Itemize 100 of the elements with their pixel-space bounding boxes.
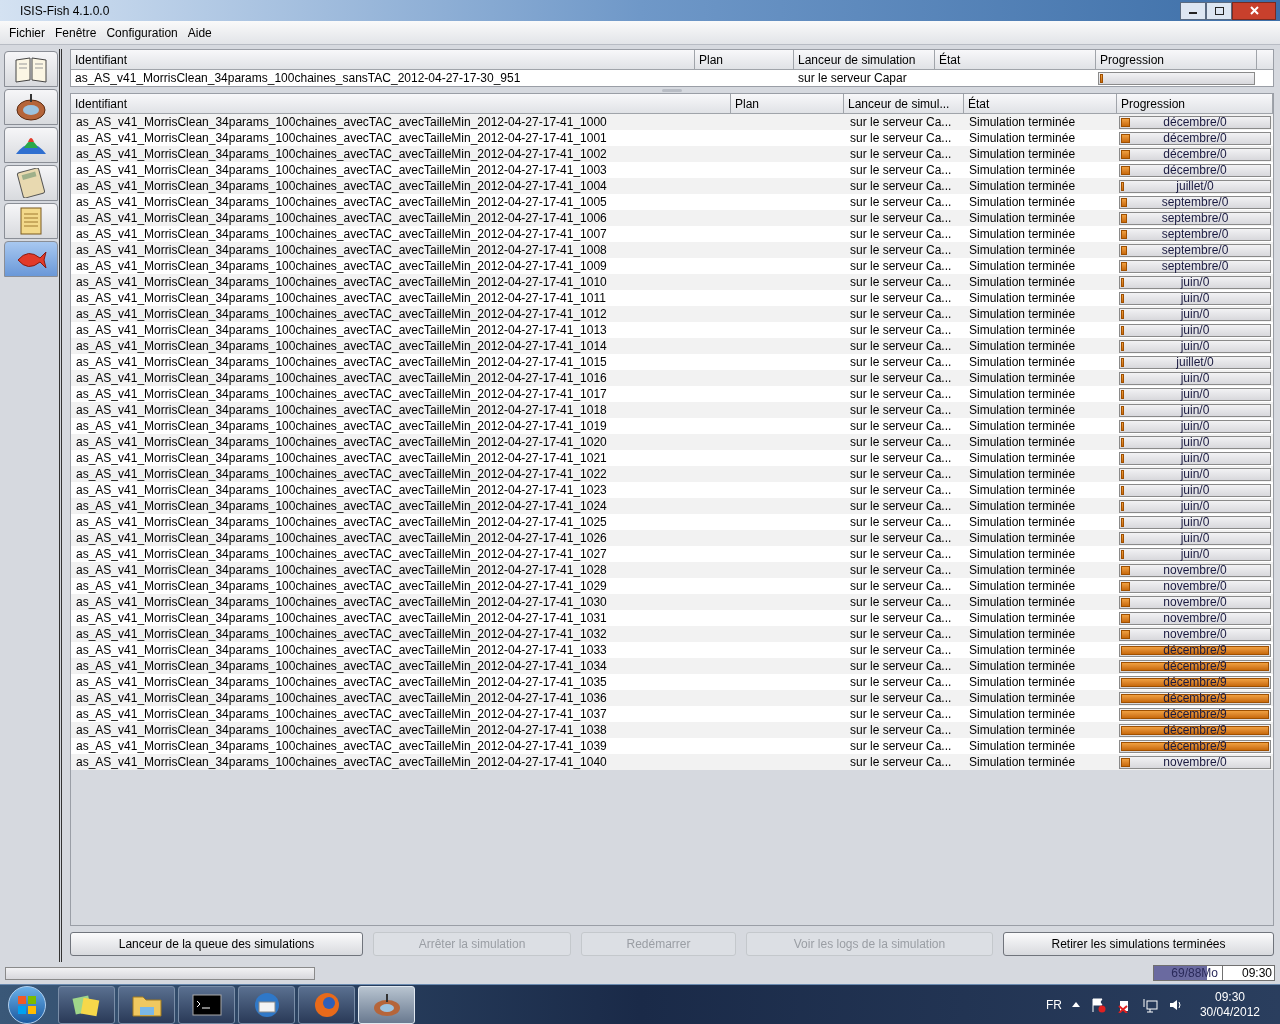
table-cell-text: Simulation terminée	[968, 306, 1077, 323]
column-header[interactable]: État	[935, 50, 1096, 69]
table-cell-text: Simulation terminée	[968, 130, 1077, 147]
table-cell-text: Simulation terminée	[968, 546, 1077, 563]
table-cell-text: sur le serveur Ca...	[849, 290, 953, 307]
progress-label: décembre/9	[1162, 660, 1228, 672]
table-cell-text: as_AS_v41_MorrisClean_34params_100chaines_avecTAC_avecTailleMin_2012-04-27-17-41_1038	[75, 722, 608, 739]
column-header[interactable]: Plan	[695, 50, 794, 69]
table-cell-text: Simulation terminée	[968, 450, 1077, 467]
table-cell-text: sur le serveur Ca...	[849, 514, 953, 531]
menu-item[interactable]: Fenêtre	[50, 23, 102, 42]
table-cell-text: Simulation terminée	[968, 690, 1077, 707]
table-cell-text: Simulation terminée	[968, 466, 1077, 483]
table-cell-text: sur le serveur Ca...	[849, 658, 953, 675]
table-cell-text: sur le serveur Ca...	[849, 562, 953, 579]
table-cell-text: sur le serveur Ca...	[849, 642, 953, 659]
table-cell-text: as_AS_v41_MorrisClean_34params_100chaines_avecTAC_avecTailleMin_2012-04-27-17-41_1016	[75, 370, 608, 387]
clock-date: 30/04/2012	[1199, 1004, 1260, 1020]
menu-item[interactable]: Aide	[182, 23, 217, 42]
action-button[interactable]: Retirer les simulations terminées	[1003, 932, 1274, 956]
table-cell-text: sur le serveur Ca...	[849, 706, 953, 723]
table-cell-text: as_AS_v41_MorrisClean_34params_100chaines_sansTAC_2012-04-27-17-30_951	[74, 70, 522, 87]
language-indicator[interactable]: FR	[1045, 995, 1062, 1014]
progress-label: décembre/9	[1162, 676, 1228, 688]
table-cell-text: Simulation terminée	[968, 674, 1077, 691]
table-cell-text: as_AS_v41_MorrisClean_34params_100chaines_avecTAC_avecTailleMin_2012-04-27-17-41_1015	[75, 354, 608, 371]
progress-label: décembre/9	[1162, 644, 1228, 656]
column-header[interactable]: Identifiant	[71, 94, 731, 113]
column-header[interactable]: Lanceur de simulation	[794, 50, 935, 69]
table-cell-text: as_AS_v41_MorrisClean_34params_100chaines_avecTAC_avecTailleMin_2012-04-27-17-41_1040	[75, 754, 608, 771]
table-cell-text: Simulation terminée	[968, 754, 1077, 771]
table-cell-text: as_AS_v41_MorrisClean_34params_100chaines_avecTAC_avecTailleMin_2012-04-27-17-41_1017	[75, 386, 608, 403]
progress-label: juin/0	[1179, 516, 1211, 528]
table-cell-text: Simulation terminée	[968, 290, 1077, 307]
table-cell-text: sur le serveur Ca...	[849, 450, 953, 467]
table-cell-text: as_AS_v41_MorrisClean_34params_100chaines_avecTAC_avecTailleMin_2012-04-27-17-41_1030	[75, 594, 608, 611]
progress-label: décembre/0	[1162, 148, 1228, 160]
table-cell-text: as_AS_v41_MorrisClean_34params_100chaines_avecTAC_avecTailleMin_2012-04-27-17-41_1019	[75, 418, 608, 435]
table-cell-text: Simulation terminée	[968, 434, 1077, 451]
table-cell-text: as_AS_v41_MorrisClean_34params_100chaines_avecTAC_avecTailleMin_2012-04-27-17-41_1006	[75, 210, 608, 227]
table-cell-text: sur le serveur Ca...	[849, 146, 953, 163]
table-cell-text: as_AS_v41_MorrisClean_34params_100chaines_avecTAC_avecTailleMin_2012-04-27-17-41_1035	[75, 674, 608, 691]
table-cell-text: sur le serveur Ca...	[849, 722, 953, 739]
action-button[interactable]: Lanceur de la queue des simulations	[70, 932, 363, 956]
progress-label: décembre/9	[1162, 740, 1228, 752]
table-cell-text: Simulation terminée	[968, 178, 1077, 195]
table-cell-text: sur le serveur Ca...	[849, 738, 953, 755]
progress-label: septembre/0	[1160, 196, 1230, 208]
menu-item[interactable]: Fichier	[4, 23, 50, 42]
table-cell-text: Simulation terminée	[968, 114, 1077, 131]
table-cell-text: Simulation terminée	[968, 722, 1077, 739]
table-cell-text: Simulation terminée	[968, 322, 1077, 339]
table-cell-text: as_AS_v41_MorrisClean_34params_100chaines_avecTAC_avecTailleMin_2012-04-27-17-41_1020	[75, 434, 608, 451]
column-header[interactable]: Progression	[1096, 50, 1257, 69]
column-header[interactable]: Progression	[1117, 94, 1273, 113]
table-cell-text: Simulation terminée	[968, 706, 1077, 723]
table-cell-text: sur le serveur Ca...	[849, 418, 953, 435]
table-cell-text: Simulation terminée	[968, 402, 1077, 419]
progress-label: juin/0	[1179, 388, 1211, 400]
table-cell-text: sur le serveur Capar	[797, 70, 908, 87]
column-header[interactable]: État	[964, 94, 1117, 113]
table-cell-text: as_AS_v41_MorrisClean_34params_100chaines_avecTAC_avecTailleMin_2012-04-27-17-41_1032	[75, 626, 608, 643]
table-cell-text: sur le serveur Ca...	[849, 690, 953, 707]
table-cell-text: sur le serveur Ca...	[849, 530, 953, 547]
column-header[interactable]: Lanceur de simul...	[844, 94, 964, 113]
progress-label: novembre/0	[1162, 564, 1228, 576]
table-cell-text: sur le serveur Ca...	[849, 178, 953, 195]
progress-label: juin/0	[1179, 324, 1211, 336]
progress-label: juin/0	[1179, 308, 1211, 320]
progress-label: juin/0	[1179, 292, 1211, 304]
table-cell-text: Simulation terminée	[968, 354, 1077, 371]
table-cell-text: Simulation terminée	[968, 274, 1077, 291]
table-cell-text: Simulation terminée	[968, 578, 1077, 595]
menu-item[interactable]: Configuration	[101, 23, 183, 42]
progress-label: décembre/9	[1162, 708, 1228, 720]
table-cell-text: as_AS_v41_MorrisClean_34params_100chaines_avecTAC_avecTailleMin_2012-04-27-17-41_1021	[75, 450, 608, 467]
table-cell-text: sur le serveur Ca...	[849, 754, 953, 771]
progress-label: juin/0	[1179, 500, 1211, 512]
column-header[interactable]: Plan	[731, 94, 844, 113]
table-cell-text: as_AS_v41_MorrisClean_34params_100chaines_avecTAC_avecTailleMin_2012-04-27-17-41_1028	[75, 562, 608, 579]
table-cell-text: as_AS_v41_MorrisClean_34params_100chaines_avecTAC_avecTailleMin_2012-04-27-17-41_1039	[75, 738, 608, 755]
progress-label: novembre/0	[1162, 596, 1228, 608]
table-cell-text: as_AS_v41_MorrisClean_34params_100chaines_avecTAC_avecTailleMin_2012-04-27-17-41_1023	[75, 482, 608, 499]
progress-label: décembre/9	[1162, 692, 1228, 704]
progress-label: juin/0	[1179, 548, 1211, 560]
table-cell-text: as_AS_v41_MorrisClean_34params_100chaines_avecTAC_avecTailleMin_2012-04-27-17-41_1011	[75, 290, 607, 307]
table-cell-text: as_AS_v41_MorrisClean_34params_100chaines_avecTAC_avecTailleMin_2012-04-27-17-41_1013	[75, 322, 608, 339]
table-cell-text: sur le serveur Ca...	[849, 370, 953, 387]
table-cell-text: sur le serveur Ca...	[849, 626, 953, 643]
table-cell-text: sur le serveur Ca...	[849, 258, 953, 275]
table-cell-text: as_AS_v41_MorrisClean_34params_100chaines_avecTAC_avecTailleMin_2012-04-27-17-41_1034	[75, 658, 608, 675]
table-cell-text: sur le serveur Ca...	[849, 242, 953, 259]
column-header[interactable]: Identifiant	[71, 50, 695, 69]
progress-label: septembre/0	[1160, 228, 1230, 240]
clock[interactable]: 09:30 30/04/2012	[1199, 989, 1260, 1020]
progress-label: décembre/9	[1162, 724, 1228, 736]
table-cell-text: as_AS_v41_MorrisClean_34params_100chaines_avecTAC_avecTailleMin_2012-04-27-17-41_1005	[75, 194, 608, 211]
table-cell-text: sur le serveur Ca...	[849, 434, 953, 451]
window-title: ISIS-Fish 4.1.0.0	[20, 2, 110, 20]
table-cell-text: as_AS_v41_MorrisClean_34params_100chaines_avecTAC_avecTailleMin_2012-04-27-17-41_1004	[75, 178, 608, 195]
